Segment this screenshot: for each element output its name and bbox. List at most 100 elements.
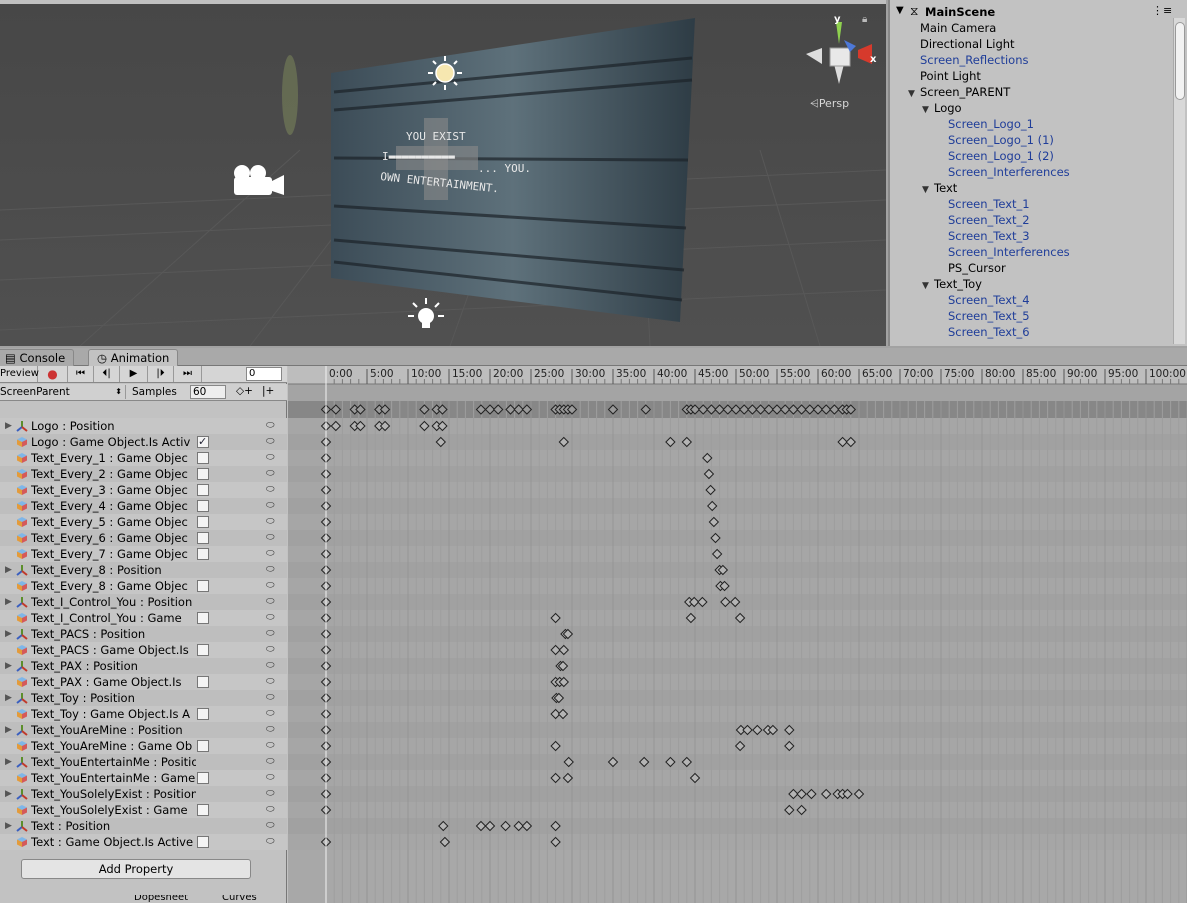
foldout-icon[interactable]: ▶ <box>5 658 12 674</box>
hierarchy-item[interactable]: Screen_Logo_1 <box>936 116 1034 132</box>
dopesheet-timeline[interactable]: 0:00 5:00 10:00 15:00 20:00 25:00 30:00 35:00 40… <box>288 366 1187 903</box>
hierarchy-item[interactable]: Screen_Text_5 <box>936 308 1030 324</box>
property-row[interactable]: Text_Toy : Game Object.Is A ⬭ <box>0 706 287 722</box>
property-row[interactable]: ▶ Text_YouEntertainMe : Position ⬭ <box>0 754 287 770</box>
property-row[interactable]: ▶ Text_Toy : Position ⬭ <box>0 690 287 706</box>
curve-visibility-icon[interactable]: ⬭ <box>266 498 275 514</box>
preview-button[interactable]: Preview <box>0 366 39 382</box>
property-row[interactable]: ▶ Text_PACS : Position ⬭ <box>0 626 287 642</box>
property-row[interactable]: ▶ Text_PAX : Position ⬭ <box>0 658 287 674</box>
curve-visibility-icon[interactable]: ⬭ <box>266 754 275 770</box>
curve-visibility-icon[interactable]: ⬭ <box>266 738 275 754</box>
curve-visibility-icon[interactable]: ⬭ <box>266 802 275 818</box>
property-row[interactable]: Text_YouAreMine : Game Ob ⬭ <box>0 738 287 754</box>
clip-dropdown[interactable]: ScreenParent ⬍ <box>0 385 126 399</box>
active-checkbox[interactable] <box>197 468 209 480</box>
curve-visibility-icon[interactable]: ⬭ <box>266 658 275 674</box>
property-row[interactable]: ▶ Text_I_Control_You : Position ⬭ <box>0 594 287 610</box>
hierarchy-item[interactable]: Directional Light <box>908 36 1015 52</box>
active-checkbox[interactable]: ✓ <box>197 436 209 448</box>
foldout-icon[interactable]: ▶ <box>5 418 12 434</box>
foldout-icon[interactable]: ▶ <box>5 690 12 706</box>
property-row[interactable]: ▶ Text_YouAreMine : Position ⬭ <box>0 722 287 738</box>
first-key-button[interactable]: ⏮ <box>68 366 94 382</box>
hierarchy-item[interactable]: Screen_Interferences <box>936 164 1070 180</box>
add-keyframe-icon[interactable]: ◇+ <box>236 385 253 397</box>
curve-visibility-icon[interactable]: ⬭ <box>266 626 275 642</box>
active-checkbox[interactable] <box>197 452 209 464</box>
curve-visibility-icon[interactable]: ⬭ <box>266 562 275 578</box>
hierarchy-item[interactable]: Screen_Reflections <box>908 52 1029 68</box>
lock-icon[interactable]: 🔒︎ <box>862 14 867 25</box>
active-checkbox[interactable] <box>197 484 209 496</box>
hierarchy-item[interactable]: Screen_Text_6 <box>936 324 1030 340</box>
curve-visibility-icon[interactable]: ⬭ <box>266 530 275 546</box>
prev-key-button[interactable]: ⏴| <box>94 366 120 382</box>
hierarchy-panel[interactable]: ▼ ⧖ MainScene ⋮≡ Main Camera Directional … <box>888 0 1187 346</box>
next-key-button[interactable]: |⏵ <box>148 366 174 382</box>
foldout-icon[interactable]: ▶ <box>5 562 12 578</box>
active-checkbox[interactable] <box>197 500 209 512</box>
active-checkbox[interactable] <box>197 548 209 560</box>
hierarchy-item[interactable]: Screen_Text_3 <box>936 228 1030 244</box>
frame-field[interactable]: 0 <box>246 367 282 381</box>
active-checkbox[interactable] <box>197 676 209 688</box>
curve-visibility-icon[interactable]: ⬭ <box>266 706 275 722</box>
property-row[interactable]: Text_YouEntertainMe : Game ⬭ <box>0 770 287 786</box>
hierarchy-item[interactable]: ▼ Text <box>922 180 957 196</box>
foldout-icon[interactable]: ▶ <box>5 818 12 834</box>
hierarchy-item[interactable]: Screen_Text_1 <box>936 196 1030 212</box>
property-row[interactable]: Text_Every_8 : Game Objec ⬭ <box>0 578 287 594</box>
hierarchy-item[interactable]: PS_Cursor <box>936 260 1006 276</box>
curve-visibility-icon[interactable]: ⬭ <box>266 674 275 690</box>
hierarchy-item[interactable]: ▼ Text_Toy <box>922 276 982 292</box>
active-checkbox[interactable] <box>197 580 209 592</box>
property-row[interactable]: Text : Game Object.Is Active ⬭ <box>0 834 287 850</box>
curve-visibility-icon[interactable]: ⬭ <box>266 818 275 834</box>
dopesheet-canvas[interactable]: 0:00 5:00 10:00 15:00 20:00 25:00 30:00 35:00 40… <box>288 366 1187 903</box>
curve-visibility-icon[interactable]: ⬭ <box>266 546 275 562</box>
active-checkbox[interactable] <box>197 708 209 720</box>
property-row[interactable]: Text_PAX : Game Object.Is ⬭ <box>0 674 287 690</box>
gizmo-y-axis[interactable] <box>836 22 842 44</box>
orientation-gizmo[interactable]: y x <box>800 12 882 102</box>
curve-visibility-icon[interactable]: ⬭ <box>266 690 275 706</box>
curve-visibility-icon[interactable]: ⬭ <box>266 770 275 786</box>
active-checkbox[interactable] <box>197 772 209 784</box>
last-key-button[interactable]: ⏭ <box>174 366 202 382</box>
active-checkbox[interactable] <box>197 532 209 544</box>
property-row[interactable]: Text_Every_7 : Game Objec ⬭ <box>0 546 287 562</box>
active-checkbox[interactable] <box>197 516 209 528</box>
property-row[interactable]: Text_PACS : Game Object.Is ⬭ <box>0 642 287 658</box>
curve-visibility-icon[interactable]: ⬭ <box>266 482 275 498</box>
property-row[interactable]: ▶ Text_YouSolelyExist : Position ⬭ <box>0 786 287 802</box>
property-row[interactable]: ▶ Logo : Position ⬭ <box>0 418 287 434</box>
play-button[interactable]: ▶ <box>120 366 148 382</box>
active-checkbox[interactable] <box>197 804 209 816</box>
foldout-icon[interactable]: ▼ <box>922 278 934 294</box>
scene-view[interactable]: YOU EXIST I▬▬▬▬▬▬▬▬▬▬ ... YOU. OWN ENTER… <box>0 0 886 346</box>
curve-visibility-icon[interactable]: ⬭ <box>266 834 275 850</box>
curves-tab[interactable]: Curves <box>222 895 257 903</box>
foldout-icon[interactable]: ▶ <box>5 594 12 610</box>
property-row[interactable]: ▶ Text : Position ⬭ <box>0 818 287 834</box>
animation-window[interactable]: Preview ● ⏮ ⏴| ▶ |⏵ ⏭ 0 ScreenParent ⬍ S… <box>0 366 1187 903</box>
curve-visibility-icon[interactable]: ⬭ <box>266 594 275 610</box>
active-checkbox[interactable] <box>197 644 209 656</box>
curve-visibility-icon[interactable]: ⬭ <box>266 450 275 466</box>
add-property-button[interactable]: Add Property <box>21 859 251 879</box>
curve-visibility-icon[interactable]: ⬭ <box>266 418 275 434</box>
scrollbar-thumb[interactable] <box>1175 22 1185 100</box>
property-row[interactable]: Text_I_Control_You : Game ⬭ <box>0 610 287 626</box>
foldout-icon[interactable]: ▶ <box>5 754 12 770</box>
hierarchy-item[interactable]: Screen_Interferences <box>936 244 1070 260</box>
property-row[interactable]: Text_Every_6 : Game Objec ⬭ <box>0 530 287 546</box>
property-row[interactable]: Text_Every_5 : Game Objec ⬭ <box>0 514 287 530</box>
hierarchy-item[interactable]: Screen_Text_4 <box>936 292 1030 308</box>
dopesheet-tab[interactable]: Dopesheet <box>134 895 188 903</box>
hierarchy-scene-header[interactable]: ▼ ⧖ MainScene ⋮≡ <box>890 4 1175 20</box>
curve-visibility-icon[interactable]: ⬭ <box>266 466 275 482</box>
foldout-icon[interactable]: ▼ <box>908 86 920 102</box>
curve-visibility-icon[interactable]: ⬭ <box>266 642 275 658</box>
property-row[interactable]: Text_Every_2 : Game Objec ⬭ <box>0 466 287 482</box>
